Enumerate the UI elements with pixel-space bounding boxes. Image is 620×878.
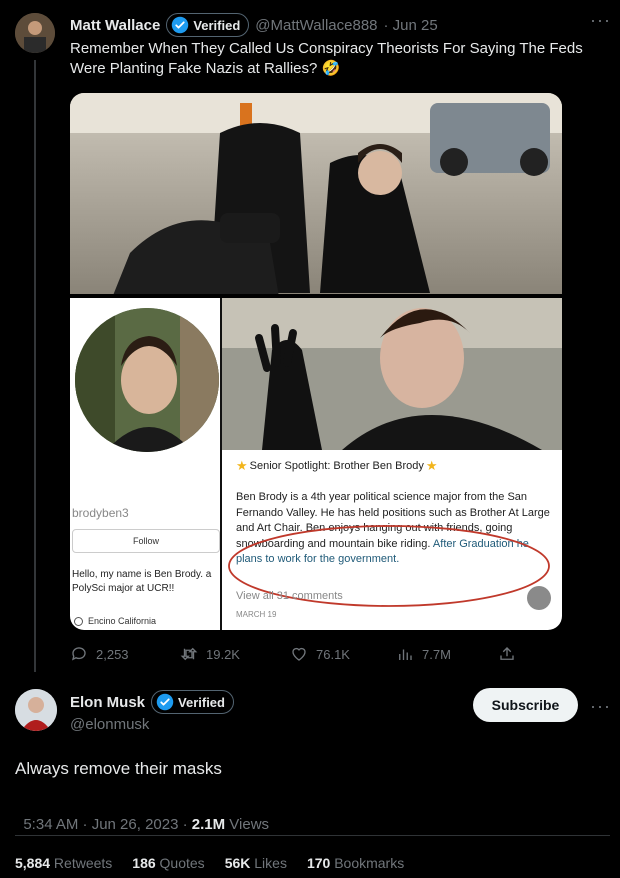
quotes-stat[interactable]: 186 Quotes xyxy=(132,855,204,871)
retweet-button[interactable]: 19.2K xyxy=(180,645,240,663)
thread-connector-line xyxy=(34,60,36,672)
elon-musk-avatar[interactable] xyxy=(15,689,57,731)
views-label: Views xyxy=(225,816,270,833)
retweets-stat[interactable]: 5,884 Retweets xyxy=(15,855,112,871)
reply-icon xyxy=(71,647,86,661)
bar-chart-icon xyxy=(399,649,412,660)
profile-photo xyxy=(75,308,219,452)
verified-badge[interactable]: Verified xyxy=(151,690,234,714)
author-handle[interactable]: @MattWallace888 xyxy=(255,17,377,34)
tweet-date[interactable]: · Jun 25 xyxy=(384,17,438,34)
media-caption-icon xyxy=(527,586,551,610)
bookmarks-count: 170 xyxy=(306,855,331,871)
view-comments-link: View all 31 comments xyxy=(236,590,343,602)
likes-stat[interactable]: 56K Likes xyxy=(225,855,287,871)
divider xyxy=(15,835,610,836)
verified-label: Verified xyxy=(193,17,241,33)
profile-bio: Hello, my name is Ben Brody. a PolySci m… xyxy=(72,569,212,594)
tweet-timestamp[interactable]: 5:34 AM · Jun 26, 2023 · xyxy=(23,816,191,833)
views-count: 2.1M xyxy=(191,816,226,833)
bookmarks-label: Bookmarks xyxy=(330,855,405,871)
reply-count: 2,253 xyxy=(96,646,129,662)
video-still-top xyxy=(70,93,562,303)
profile-username: brodyben3 xyxy=(72,506,129,520)
more-options-icon[interactable]: ··· xyxy=(590,10,611,31)
star-icon: ★ xyxy=(236,458,248,473)
subscribe-label: Subscribe xyxy=(491,697,560,713)
share-button[interactable] xyxy=(498,645,516,663)
like-button[interactable]: 76.1K xyxy=(290,645,350,663)
follow-button: Follow xyxy=(72,529,220,553)
quotes-count: 186 xyxy=(132,855,156,871)
video-still-closeup xyxy=(222,298,562,450)
senior-spotlight-card: ★ Senior Spotlight: Brother Ben Brody ★ … xyxy=(222,450,562,630)
verified-check-icon xyxy=(156,693,174,711)
verified-check-icon xyxy=(172,16,189,34)
retweet-count: 19.2K xyxy=(206,646,240,662)
like-count: 76.1K xyxy=(316,646,350,662)
follow-label: Follow xyxy=(132,536,159,546)
author-name[interactable]: Matt Wallace xyxy=(70,17,160,34)
quoted-tweet-text: Remember When They Called Us Conspiracy … xyxy=(70,40,583,77)
instagram-profile-card: brodyben3 Follow Hello, my name is Ben B… xyxy=(70,298,220,630)
bookmarks-stat[interactable]: 170 Bookmarks xyxy=(307,855,404,871)
spotlight-title: Senior Spotlight: Brother Ben Brody xyxy=(249,460,424,472)
heart-icon xyxy=(292,647,306,661)
verified-badge[interactable]: Verified xyxy=(166,13,250,37)
view-count: 7.7M xyxy=(422,646,451,662)
main-tweet-text: Always remove their masks xyxy=(15,759,222,778)
retweets-count: 5,884 xyxy=(15,855,51,871)
location-pin-icon xyxy=(74,616,83,626)
retweet-icon xyxy=(180,647,198,661)
matt-wallace-avatar[interactable] xyxy=(15,13,55,53)
author-name[interactable]: Elon Musk xyxy=(70,694,145,711)
profile-location: Encino California xyxy=(88,616,157,626)
author-handle[interactable]: @elonmusk xyxy=(70,716,149,733)
quotes-label: Quotes xyxy=(155,855,205,871)
likes-label: Likes xyxy=(250,855,287,871)
likes-count: 56K xyxy=(224,855,251,871)
verified-label: Verified xyxy=(178,694,225,710)
reply-button[interactable]: 2,253 xyxy=(70,645,129,663)
star-icon: ★ xyxy=(425,458,438,473)
share-icon xyxy=(500,647,514,660)
views-button[interactable]: 7.7M xyxy=(396,645,451,663)
subscribe-button[interactable]: Subscribe xyxy=(473,688,578,722)
retweets-label: Retweets xyxy=(50,855,113,871)
post-date: MARCH 19 xyxy=(236,610,277,619)
more-options-icon[interactable]: ··· xyxy=(590,696,611,717)
tweet-media[interactable]: brodyben3 Follow Hello, my name is Ben B… xyxy=(70,93,562,630)
